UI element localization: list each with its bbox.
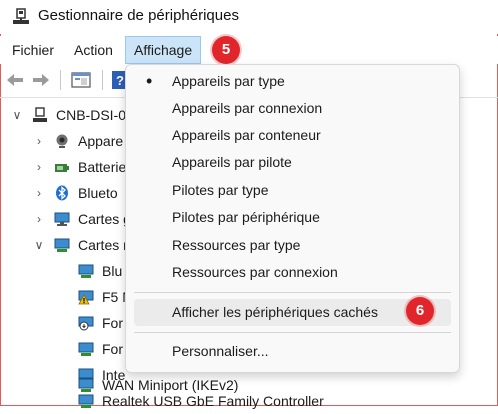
menu-item-customize[interactable]: Personnaliser...: [134, 338, 451, 365]
menu-item-devices-by-driver[interactable]: Appareils par pilote: [134, 149, 451, 176]
back-arrow-icon[interactable]: [4, 69, 26, 91]
menu-item-show-hidden-devices[interactable]: Afficher les périphériques cachés: [134, 299, 451, 326]
window-title: Gestionnaire de périphériques: [38, 7, 239, 24]
chevron-right-icon[interactable]: ›: [32, 154, 46, 180]
menu-separator: [134, 292, 451, 293]
chevron-down-icon[interactable]: ∨: [10, 102, 24, 128]
network-adapter-icon: [78, 342, 94, 356]
network-adapter-icon: [54, 238, 70, 252]
view-menu-dropdown: • Appareils par type Appareils par conne…: [125, 64, 460, 373]
menu-item-resources-by-connection[interactable]: Ressources par connexion: [134, 259, 451, 286]
tree-device-label: For: [102, 341, 123, 357]
tree-root-label: CNB-DSI-0: [56, 107, 127, 123]
menu-item-drivers-by-type[interactable]: Pilotes par type: [134, 177, 451, 204]
disabled-network-adapter-icon: [78, 316, 94, 331]
menu-affichage[interactable]: Affichage: [125, 36, 202, 64]
tree-device-label: WAN Miniport (IKEv2): [102, 377, 239, 393]
menu-bar: Fichier Action Affichage 5: [0, 36, 498, 64]
menu-item-drivers-by-device[interactable]: Pilotes par périphérique: [134, 204, 451, 231]
computer-icon: [33, 107, 47, 122]
menu-item-devices-by-container[interactable]: Appareils par conteneur: [134, 122, 451, 149]
tree-device-label: For: [102, 315, 123, 331]
chevron-right-icon[interactable]: ›: [32, 180, 46, 206]
chevron-right-icon[interactable]: ›: [32, 128, 46, 154]
tree-device-label: Blu: [102, 263, 123, 279]
step-badge-6: 6: [406, 297, 434, 325]
properties-icon[interactable]: [70, 69, 92, 91]
toolbar-separator: [60, 70, 61, 90]
menu-item-devices-by-type[interactable]: • Appareils par type: [134, 68, 451, 95]
warning-network-adapter-icon: [78, 290, 94, 305]
network-adapter-icon: [78, 378, 94, 392]
bluetooth-icon: [56, 185, 68, 201]
tree-category-label: Appare: [78, 133, 124, 149]
svg-text:?: ?: [116, 73, 124, 88]
menu-separator: [134, 332, 451, 333]
menu-item-resources-by-type[interactable]: Ressources par type: [134, 232, 451, 259]
menu-fichier[interactable]: Fichier: [4, 36, 62, 64]
tree-category-label: Cartes r: [78, 237, 128, 253]
menu-action[interactable]: Action: [66, 36, 121, 64]
toolbar-separator: [102, 70, 103, 90]
battery-icon: [55, 164, 69, 172]
title-bar: Gestionnaire de périphériques: [0, 0, 498, 34]
tree-category-label: Blueto: [78, 185, 118, 201]
display-adapter-icon: [54, 212, 70, 226]
network-adapter-icon: [78, 394, 94, 408]
step-badge-5: 5: [212, 36, 240, 64]
forward-arrow-icon[interactable]: [30, 69, 52, 91]
device-manager-icon: [13, 8, 29, 24]
tree-category-label: Cartes g: [78, 211, 131, 227]
webcam-icon: [56, 134, 68, 148]
tree-category-label: Batterie: [78, 159, 127, 175]
menu-item-devices-by-connection[interactable]: Appareils par connexion: [134, 95, 451, 122]
chevron-right-icon[interactable]: ›: [32, 206, 46, 232]
checked-bullet-icon: •: [146, 71, 153, 91]
chevron-down-icon[interactable]: ∨: [32, 232, 46, 258]
network-adapter-icon: [78, 264, 94, 278]
